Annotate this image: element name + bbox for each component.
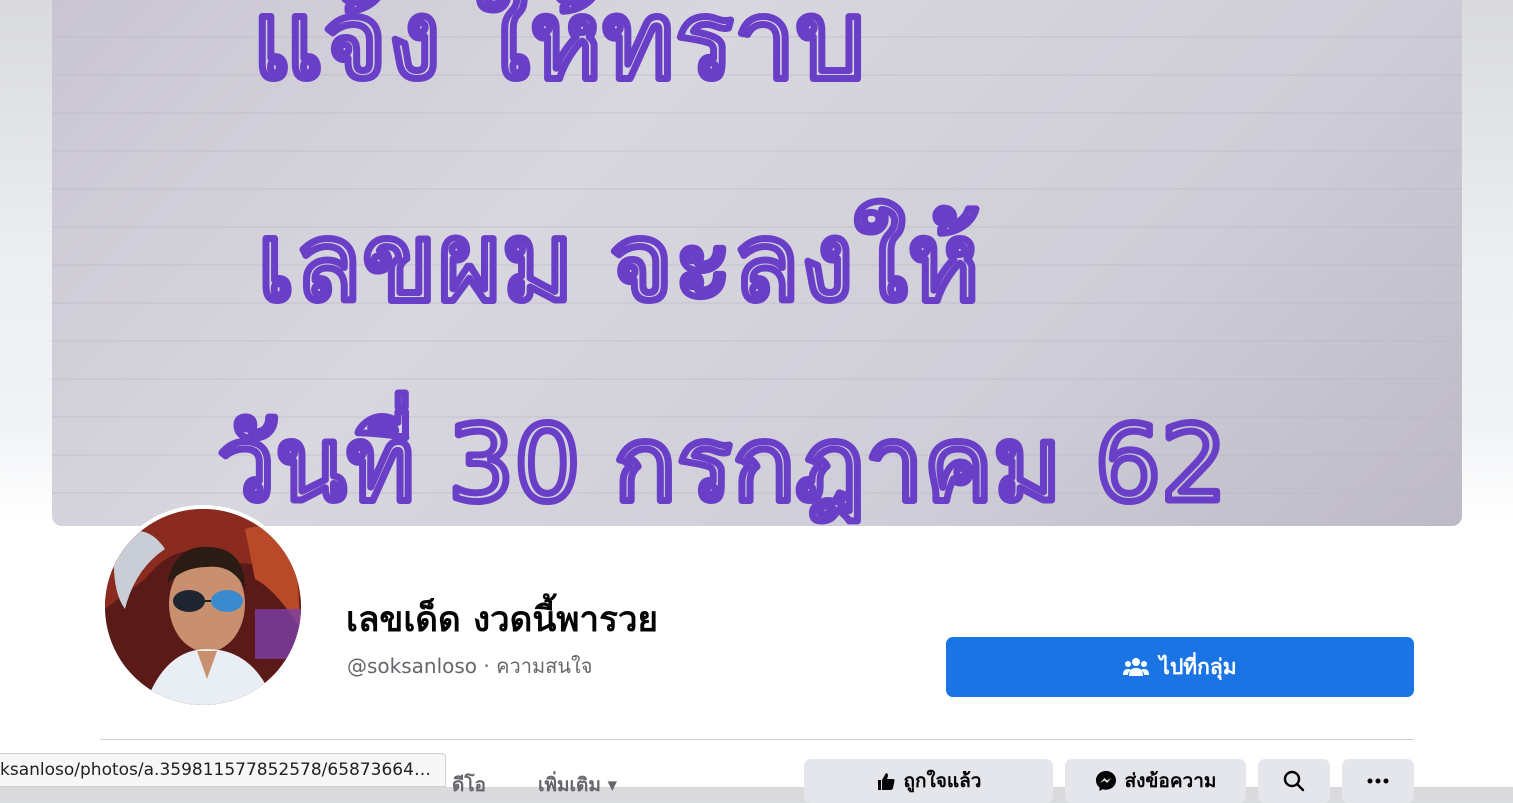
header-divider (100, 739, 1414, 740)
go-to-group-button[interactable]: ไปที่กลุ่ม (946, 637, 1414, 697)
cover-line-2: เลขผม จะลงให้ (257, 198, 980, 326)
search-button[interactable] (1258, 759, 1330, 803)
thumb-up-icon (877, 773, 895, 790)
profile-avatar[interactable] (101, 505, 305, 709)
avatar-photo (105, 509, 301, 705)
group-icon (1123, 658, 1150, 676)
messenger-icon (1095, 771, 1116, 791)
send-message-button[interactable]: ส่งข้อความ (1065, 759, 1246, 803)
status-bar-url: ksanloso/photos/a.359811577852578/658736… (0, 753, 446, 787)
go-to-group-label: ไปที่กลุ่ม (1159, 654, 1237, 679)
liked-label: ถูกใจแล้ว (903, 770, 982, 792)
cover-line-1: แจ้ง ให้ทราบ (252, 0, 865, 104)
page-title: เลขเด็ด งวดนี้พารวย (346, 600, 659, 640)
cover-handwriting: แจ้ง ให้ทราบ เลขผม จะลงให้ วันที่ 30 กรก… (52, 0, 1462, 526)
more-options-button[interactable] (1342, 759, 1414, 803)
search-icon (1283, 770, 1305, 792)
send-message-label: ส่งข้อความ (1124, 770, 1217, 792)
liked-button[interactable]: ถูกใจแล้ว (804, 759, 1053, 803)
cover-photo[interactable]: แจ้ง ให้ทราบ เลขผม จะลงให้ วันที่ 30 กรก… (52, 0, 1462, 526)
tab-videos[interactable]: ดีโอ (452, 770, 486, 800)
tab-more[interactable]: เพิ่มเติม ▾ (538, 770, 617, 800)
cover-line-3: วันที่ 30 กรกฎาคม 62 (217, 393, 1227, 525)
page-meta: @soksanloso · ความสนใจ (347, 654, 593, 678)
more-icon (1367, 778, 1389, 784)
